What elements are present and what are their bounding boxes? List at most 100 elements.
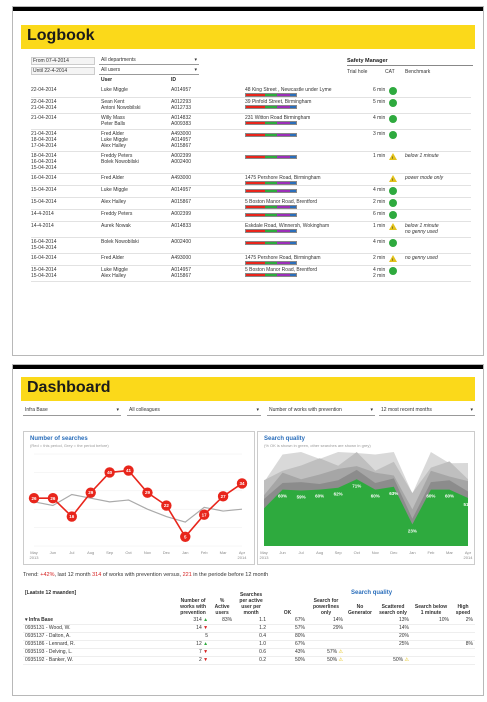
- log-date: 16-04-2014: [31, 175, 57, 181]
- searches-chart: Number of searches (Red = this period, G…: [23, 431, 255, 565]
- cell-value: 0935192 - Banker, W.: [25, 657, 74, 663]
- log-date: 21-04-2014: [31, 115, 57, 121]
- cell-act: [210, 648, 235, 657]
- log-user: Fred Alder Luke Miggle Alex Halley: [101, 131, 128, 149]
- table-group-row[interactable]: ▾ Infra Base 314 ▲ 83% 1.1 67% 14% 13% 10% 2%: [23, 617, 475, 625]
- cell-below: 10%: [411, 617, 451, 625]
- cell-gen: [345, 617, 375, 625]
- trend-down-icon: ▼: [201, 625, 209, 631]
- bar-segment: [289, 106, 296, 108]
- cell-value: 43%: [294, 649, 305, 655]
- log-progress-bar: [245, 229, 297, 233]
- x-tick-label: Jul: [69, 550, 74, 555]
- log-duration: 6 min: [373, 211, 386, 217]
- status-ok-icon: [389, 87, 397, 95]
- th-ok: OK: [283, 610, 292, 616]
- table-row[interactable]: 0935186 - Lennard, R. 12 ▲ 1.0 67% 25% 8%: [23, 640, 475, 649]
- log-user: Sean Kent Antoni Nowobilski: [101, 99, 141, 111]
- cell-below: [411, 640, 451, 649]
- data-label: 16: [69, 514, 75, 519]
- cell-value: 0935186 - Lennard, R.: [25, 641, 76, 647]
- x-tick-year: 2013: [260, 555, 270, 560]
- status-ok-icon: [389, 267, 397, 275]
- log-id: A014957 A015867: [171, 267, 192, 279]
- filter-organisation[interactable]: Infra Base ▾: [23, 407, 121, 416]
- logbook-panel: Logbook From 07-4-2014 Until 22-4-2014 A…: [12, 6, 484, 356]
- filter-period[interactable]: 12 most recent months ▾: [379, 407, 475, 416]
- x-tick-label: Nov: [372, 550, 379, 555]
- table-row[interactable]: 0935131 - Wood, W. 14 ▼ 1.2 57% 29% 14%: [23, 624, 475, 633]
- cell-pw: 57% ⚠: [307, 648, 345, 657]
- bar-segment: [289, 134, 296, 136]
- cell-value: 13%: [398, 617, 409, 623]
- chevron-down-icon: ▾: [470, 407, 473, 413]
- log-duration: 4 min 2 min: [373, 267, 386, 279]
- log-user: Willy Mass Peter Balls: [101, 115, 126, 127]
- row-divider: [31, 265, 471, 266]
- warning-mark: !: [392, 225, 394, 230]
- cell-value: 20%: [398, 633, 409, 639]
- log-benchmark-note: below 1 minute no genny used: [405, 223, 439, 235]
- chevron-down-icon: ▾: [194, 57, 197, 63]
- x-tick-label: Sep: [106, 550, 114, 555]
- cell-spu: 0.6: [234, 648, 269, 657]
- cell-below: [411, 624, 451, 633]
- cell-act: [210, 640, 235, 649]
- log-progress-bar: [245, 241, 297, 245]
- col-user: User: [101, 77, 113, 83]
- bar-segment: [289, 122, 296, 124]
- trend-previous-count: 221: [182, 572, 192, 578]
- cell-value: 0935137 - Dalton, A.: [25, 633, 71, 639]
- table-row[interactable]: 0935137 - Dalton, A. 5 0.4 80% 20%: [23, 632, 475, 641]
- cell-n: 12 ▲: [176, 640, 211, 649]
- data-label: 27: [221, 494, 227, 499]
- log-user: Fred Alder: [101, 175, 125, 181]
- warning-icon: ⚠: [337, 657, 344, 663]
- log-user: Aurek Nowak: [101, 223, 131, 229]
- table-row[interactable]: 0935192 - Banker, W. 2 ▼ 0.2 50% 50% ⚠ 50% ⚠: [23, 656, 475, 665]
- cell-spu: 0.4: [234, 632, 269, 641]
- cell-name: ▾ Infra Base: [23, 617, 177, 625]
- filter-colleagues[interactable]: All colleagues ▾: [127, 407, 261, 416]
- cell-value: 0935193 - Delving, L.: [25, 649, 73, 655]
- data-label: 60%: [278, 494, 287, 499]
- log-benchmark-note: below 1 minute: [405, 153, 439, 159]
- log-id: A493000: [171, 255, 192, 261]
- filter-organisation-value: Infra Base: [25, 407, 48, 413]
- x-tick-label: Mar: [446, 550, 454, 555]
- data-label: 17: [202, 512, 208, 517]
- bar-segment: [289, 214, 296, 216]
- log-duration: 5 min: [373, 99, 386, 105]
- th-powerlines: Search for powerlines only: [312, 598, 340, 616]
- log-user: Luke Miggle Alex Halley: [101, 267, 128, 279]
- cell-value: 0.2: [259, 657, 267, 663]
- department-select[interactable]: All departments ▾: [99, 57, 199, 65]
- log-progress-bar: [245, 155, 297, 159]
- cell-value: 314: [193, 617, 202, 623]
- bar-segment: [289, 230, 296, 232]
- row-divider: [31, 97, 471, 98]
- x-tick-label: Dec: [163, 550, 170, 555]
- quality-area-chart: 60% 59% 60% 62%71%60%63%23%60% 60%51%May2013…: [260, 452, 473, 560]
- cell-spu: 0.2: [234, 656, 269, 665]
- until-date-label: Until 22-4-2014: [33, 68, 68, 74]
- bar-segment: [289, 242, 296, 244]
- log-progress-bar: [245, 121, 297, 125]
- cell-hs: [451, 632, 475, 641]
- col-benchmark: Benchmark: [405, 69, 431, 75]
- x-tick-label: Oct: [125, 550, 132, 555]
- log-id: A002399 A002400: [171, 153, 192, 165]
- trend-up-icon: ▲: [201, 641, 209, 647]
- bar-segment: [289, 262, 296, 264]
- data-label: 62%: [334, 492, 343, 497]
- trend-current-count: 314: [92, 572, 102, 578]
- cell-value: 25%: [398, 641, 409, 647]
- cell-n: 2 ▼: [176, 656, 211, 665]
- filter-metric[interactable]: Number of works with prevention ▾: [267, 407, 375, 416]
- cell-value: 50%: [327, 657, 338, 663]
- warning-mark: !: [392, 155, 394, 160]
- cell-value: 50%: [393, 657, 404, 663]
- data-label: 63%: [389, 491, 398, 496]
- table-row[interactable]: 0935193 - Delving, L. 7 ▼ 0.6 43% 57% ⚠: [23, 648, 475, 657]
- users-select[interactable]: All users ▾: [99, 67, 199, 75]
